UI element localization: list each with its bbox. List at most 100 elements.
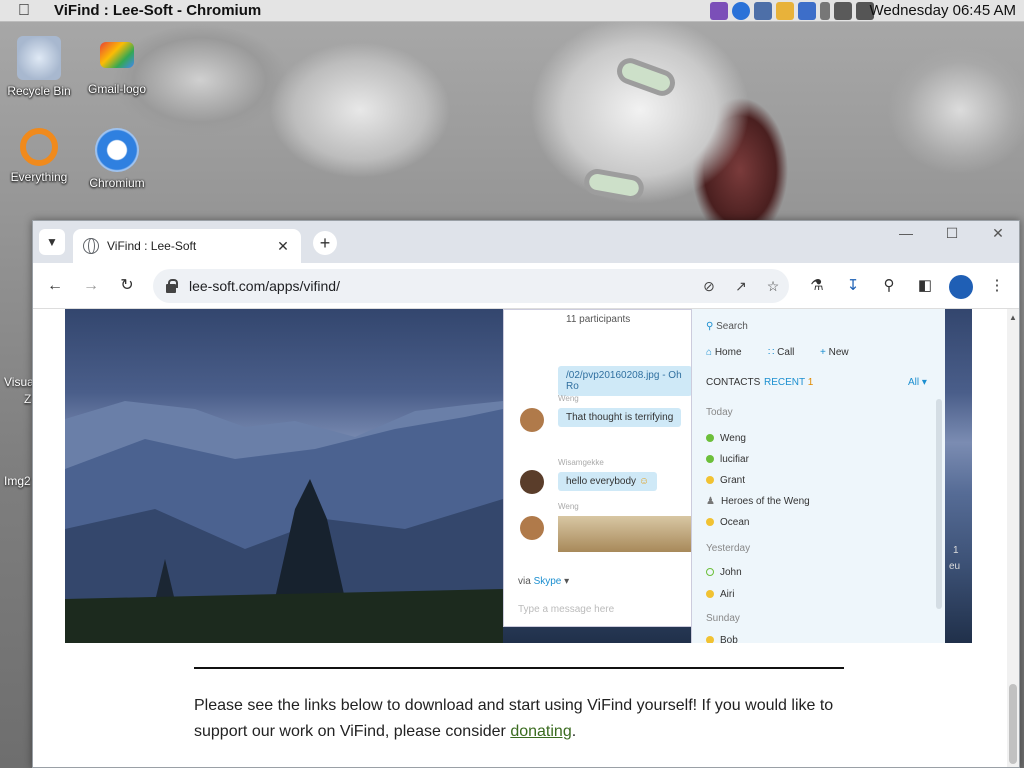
contact-row[interactable]: Bob — [706, 635, 738, 643]
status-away-icon — [706, 636, 714, 643]
labs-flask-icon[interactable]: ⚗ — [805, 274, 829, 298]
recycle-bin-icon — [17, 36, 61, 80]
search-icon[interactable]: ⚲ — [877, 274, 901, 298]
participants-count: 11 participants — [566, 314, 631, 325]
browser-toolbar: ← → ↻ lee-soft.com/apps/vifind/ ⊘ ↗ ☆ ⚗ … — [33, 263, 1019, 309]
display-tray-icon[interactable] — [834, 2, 852, 20]
close-tab-icon[interactable]: ✕ — [273, 238, 293, 255]
tab-strip: ▼ ViFind : Lee-Soft ✕ + — ☐ ✕ — [33, 221, 1019, 263]
desktop-icon-label: Chromium — [89, 176, 145, 190]
close-window-button[interactable]: ✕ — [983, 225, 1013, 242]
reload-button[interactable]: ↻ — [115, 274, 139, 298]
page-content: 11 participants /02/pvp20160208.jpg - Oh… — [33, 309, 1009, 767]
status-online-icon — [706, 434, 714, 443]
desktop-icon-label: Recycle Bin — [7, 84, 71, 98]
chat-link-message: /02/pvp20160208.jpg - Oh Ro — [558, 366, 692, 396]
chat-message-text: hello everybody — [566, 476, 637, 487]
filter-dropdown[interactable]: All ▾ — [908, 377, 927, 388]
desktop-icon-chromium[interactable]: Chromium — [82, 128, 152, 190]
contact-row[interactable]: lucifiar — [706, 454, 749, 465]
contact-row[interactable]: Grant — [706, 475, 745, 486]
chat-message: hello everybody ☺ — [558, 472, 658, 491]
call-button[interactable]: ∷ Call — [768, 347, 794, 358]
group-header: Sunday — [706, 613, 740, 624]
contacts-scrollbar[interactable] — [936, 399, 942, 609]
via-label: via Skype ▾ — [518, 576, 570, 587]
menu-kebab-icon[interactable]: ⋮ — [985, 274, 1009, 298]
tab-recent[interactable]: RECENT 1 — [764, 377, 813, 388]
status-away-icon — [706, 476, 714, 485]
scroll-up-arrow-icon[interactable]: ▲ — [1009, 313, 1017, 322]
status-offline-icon — [706, 568, 714, 577]
tab-vifind[interactable]: ViFind : Lee-Soft ✕ — [73, 229, 301, 263]
profile-avatar[interactable] — [949, 275, 973, 299]
contacts-search-input[interactable]: ⚲ Search — [706, 321, 748, 332]
contact-row[interactable]: Airi — [706, 589, 734, 600]
clock: Wednesday 06:45 AM — [869, 2, 1016, 19]
app-tray-icon[interactable] — [798, 2, 816, 20]
everything-search-icon — [20, 128, 58, 166]
scroll-thumb[interactable] — [1009, 684, 1017, 764]
tab-search-chevron-icon[interactable]: ▼ — [39, 229, 65, 255]
contacts-panel: ⚲ Search ⌂ Home ∷ Call + New CONTACTS RE… — [691, 309, 945, 643]
home-icon: ⌂ — [706, 347, 713, 358]
message-input[interactable]: Type a message here — [518, 604, 614, 615]
share-icon[interactable]: ↗ — [725, 278, 757, 295]
donating-link[interactable]: donating — [510, 723, 571, 740]
download-icon[interactable]: ↧ — [841, 274, 865, 298]
contact-row[interactable]: ♟ Heroes of the Weng — [706, 496, 810, 507]
chromium-icon — [95, 128, 139, 172]
chat-window: 11 participants /02/pvp20160208.jpg - Oh… — [503, 309, 694, 627]
tab-contacts[interactable]: CONTACTS — [706, 377, 760, 388]
system-tray — [710, 2, 874, 20]
tab-title: ViFind : Lee-Soft — [107, 239, 197, 253]
home-button[interactable]: ⌂ Home — [706, 347, 742, 358]
globe-icon — [83, 238, 99, 254]
smiley-emoji-icon: ☺ — [638, 476, 650, 487]
contact-row[interactable]: Weng — [706, 433, 746, 444]
chromium-tray-icon[interactable] — [732, 2, 750, 20]
chevron-down-icon[interactable] — [820, 2, 830, 20]
visual-studio-icon[interactable] — [710, 2, 728, 20]
desktop-icon-gmail-logo[interactable]: Gmail-logo — [82, 42, 152, 96]
window-tray-icon[interactable] — [754, 2, 772, 20]
forward-button[interactable]: → — [79, 274, 103, 298]
desktop-icon-everything[interactable]: Everything — [4, 128, 74, 184]
dialpad-icon: ∷ — [768, 347, 775, 358]
new-tab-button[interactable]: + — [313, 231, 337, 255]
desktop-icon-partial[interactable]: Visua — [4, 375, 34, 389]
desktop-icon-partial[interactable]: Img2 — [4, 474, 31, 488]
desktop-icon-partial[interactable]: Z — [24, 392, 31, 406]
avatar — [520, 516, 544, 540]
status-away-icon — [706, 518, 714, 527]
chat-message: That thought is terrifying — [558, 408, 682, 427]
tracking-protection-icon[interactable]: ⊘ — [693, 278, 725, 295]
edge-text: 1 — [953, 545, 959, 556]
desktop-icon-label: Gmail-logo — [87, 82, 147, 96]
chat-image-attachment — [558, 516, 694, 552]
address-bar[interactable]: lee-soft.com/apps/vifind/ ⊘ ↗ ☆ — [153, 269, 789, 303]
url-text[interactable]: lee-soft.com/apps/vifind/ — [189, 278, 693, 294]
mountain-landscape — [65, 401, 503, 643]
minimize-button[interactable]: — — [891, 225, 921, 241]
desktop-icon-recycle-bin[interactable]: Recycle Bin — [4, 36, 74, 98]
apple-menu-icon[interactable]:  — [14, 1, 34, 21]
new-button[interactable]: + New — [820, 347, 849, 358]
chat-sender: Weng — [558, 502, 579, 511]
back-button[interactable]: ← — [43, 274, 67, 298]
contact-row[interactable]: Ocean — [706, 517, 749, 528]
group-icon: ♟ — [706, 496, 715, 507]
gmail-icon — [100, 42, 134, 68]
avatar — [520, 408, 544, 432]
maximize-button[interactable]: ☐ — [937, 225, 967, 242]
page-scrollbar[interactable]: ▲ — [1007, 309, 1019, 767]
hero-screenshot-image: 11 participants /02/pvp20160208.jpg - Oh… — [65, 309, 972, 643]
bookmark-star-icon[interactable]: ☆ — [757, 278, 789, 295]
side-panel-icon[interactable]: ◧ — [913, 274, 937, 298]
folder-tray-icon[interactable] — [776, 2, 794, 20]
lock-icon[interactable] — [165, 279, 178, 293]
desktop-icon-label: Everything — [10, 170, 68, 184]
status-away-icon — [706, 590, 714, 599]
avatar — [520, 470, 544, 494]
contact-row[interactable]: John — [706, 567, 742, 578]
